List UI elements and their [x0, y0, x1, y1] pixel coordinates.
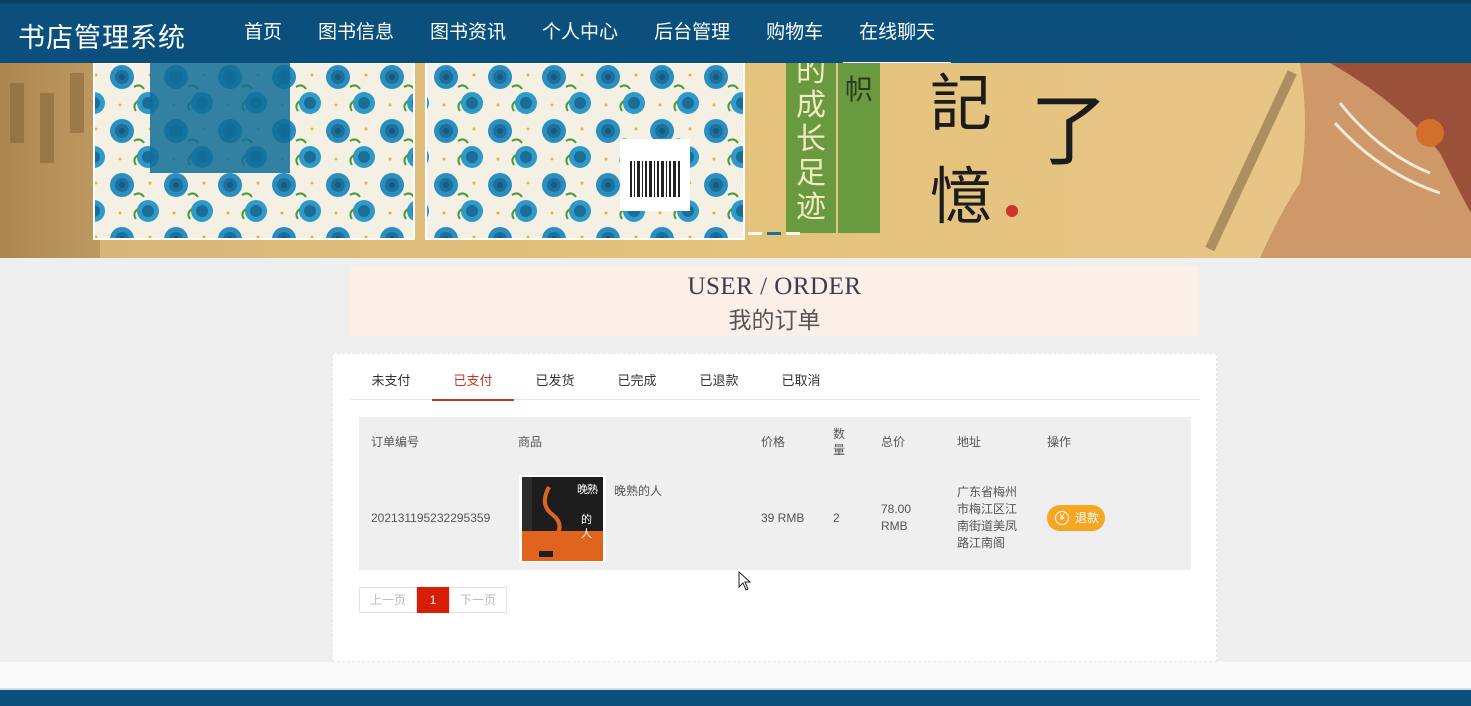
header-product: 商品 — [518, 435, 543, 449]
main-nav: 首页 图书信息 图书资讯 个人中心 后台管理 购物车 在线聊天 — [226, 3, 953, 66]
product-qty: 2 — [833, 511, 840, 525]
page-1-button[interactable]: 1 — [417, 587, 449, 613]
header-price: 价格 — [761, 435, 786, 449]
svg-text:成: 成 — [796, 88, 826, 123]
tab-unpaid[interactable]: 未支付 — [350, 364, 432, 399]
nav-personal-center[interactable]: 个人中心 — [524, 3, 636, 63]
svg-text:記: 記 — [930, 67, 992, 140]
order-number: 202131195232295359 — [371, 511, 491, 525]
nav-book-info[interactable]: 图书信息 — [300, 3, 412, 63]
mouse-cursor-icon — [738, 571, 752, 591]
page-title-en: USER / ORDER — [687, 273, 862, 300]
svg-text:帜: 帜 — [845, 73, 873, 106]
footer-bar — [0, 688, 1471, 706]
tab-completed[interactable]: 已完成 — [596, 364, 678, 399]
book-cover-title-char2: 熟 — [587, 482, 598, 496]
svg-text:长: 长 — [796, 122, 826, 157]
header-address: 地址 — [957, 435, 982, 449]
nav-cart[interactable]: 购物车 — [748, 3, 841, 63]
order-total-currency: RMB — [881, 519, 908, 533]
tab-cancelled[interactable]: 已取消 — [760, 364, 842, 399]
svg-text:的: 的 — [796, 63, 826, 89]
header-order-no: 订单编号 — [371, 435, 420, 449]
product-name[interactable]: 晚熟的人 — [614, 483, 662, 500]
header-qty-line1: 数 — [833, 427, 846, 441]
next-page-button[interactable]: 下一页 — [449, 587, 507, 613]
product-price: 39 RMB — [761, 511, 805, 525]
order-total-amount: 78.00 — [881, 502, 912, 516]
orders-panel: 未支付 已支付 已发货 已完成 已退款 已取消 订单编号 商品 价格 数 量 总… — [332, 353, 1217, 662]
yen-icon: ¥ — [1055, 511, 1069, 525]
page-title-cn: 我的订单 — [728, 307, 821, 333]
nav-home[interactable]: 首页 — [226, 3, 300, 63]
orders-table: 订单编号 商品 价格 数 量 总价 地址 操作 2021311952322953… — [359, 417, 1191, 570]
svg-text:足: 足 — [796, 156, 826, 191]
address-line-4: 路江南阁 — [957, 536, 1006, 550]
tab-shipped[interactable]: 已发货 — [514, 364, 596, 399]
refund-button[interactable]: ¥ 退款 — [1047, 505, 1105, 531]
pagination: 上一页 1 下一页 — [359, 587, 507, 613]
header-qty-line2: 量 — [833, 443, 846, 457]
refund-button-label: 退款 — [1075, 511, 1100, 525]
order-status-tabs: 未支付 已支付 已发货 已完成 已退款 已取消 — [350, 364, 1200, 401]
nav-book-news[interactable]: 图书资讯 — [412, 3, 524, 63]
banner-image: 的 成 长 足 迹 帜 記 憶 了 — [0, 63, 1471, 258]
nav-online-chat[interactable]: 在线聊天 — [841, 3, 953, 66]
book-cover-title-char4: 人 — [581, 527, 592, 540]
svg-text:迹: 迹 — [796, 190, 826, 225]
header-total: 总价 — [881, 435, 906, 449]
prev-page-button[interactable]: 上一页 — [359, 587, 417, 613]
nav-admin[interactable]: 后台管理 — [636, 3, 748, 63]
svg-text:憶: 憶 — [930, 160, 992, 233]
address-line-3: 南街道美凤 — [957, 519, 1018, 533]
header-action: 操作 — [1047, 435, 1072, 449]
top-nav: 书店管理系统 首页 图书信息 图书资讯 个人中心 后台管理 购物车 在线聊天 — [0, 0, 1471, 66]
book-cover-image[interactable]: 晚 熟 的 人 — [519, 475, 606, 562]
address-line-2: 市梅江区江 — [957, 502, 1018, 516]
tab-paid[interactable]: 已支付 — [432, 364, 514, 401]
book-cover-title-char3: 的 — [581, 512, 592, 526]
site-brand[interactable]: 书店管理系统 — [18, 16, 186, 55]
svg-text:了: 了 — [1030, 87, 1108, 177]
page-title-box: USER / ORDER 我的订单 — [350, 266, 1199, 336]
address-line-1: 广东省梅州 — [957, 485, 1018, 499]
footer-spacer — [0, 662, 1471, 688]
banner-carousel[interactable]: 的 成 长 足 迹 帜 記 憶 了 — [0, 63, 1471, 258]
tab-refunded[interactable]: 已退款 — [678, 364, 760, 399]
